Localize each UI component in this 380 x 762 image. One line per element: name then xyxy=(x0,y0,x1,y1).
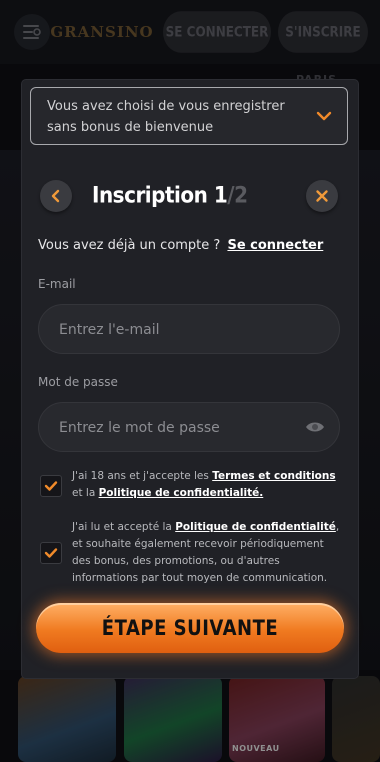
step-total: /2 xyxy=(227,181,248,208)
terms-checkbox[interactable] xyxy=(40,475,62,497)
marketing-consent-text: J'ai lu et accepté la Politique de confi… xyxy=(72,519,344,587)
login-link[interactable]: Se connecter xyxy=(227,238,323,253)
bonus-select-text: Vous avez choisi de vous enregistrer san… xyxy=(47,99,285,135)
marketing-text-before: J'ai lu et accepté la xyxy=(72,521,176,533)
email-label: E-mail xyxy=(38,277,76,291)
have-account-row: Vous avez déjà un compte ? Se connecter xyxy=(38,238,323,253)
title-text: Inscription xyxy=(92,181,214,208)
marketing-checkbox[interactable] xyxy=(40,542,62,564)
next-step-label: ÉTAPE SUIVANTE xyxy=(101,615,279,641)
terms-text-middle: et la xyxy=(72,487,99,499)
email-field-wrapper xyxy=(38,304,340,355)
terms-consent-text: J'ai 18 ans et j'accepte les Termes et c… xyxy=(72,468,344,502)
email-field[interactable] xyxy=(57,305,301,355)
close-icon xyxy=(316,190,328,202)
password-field[interactable] xyxy=(57,403,301,453)
privacy-link[interactable]: Politique de confidentialité xyxy=(175,521,336,533)
close-button[interactable] xyxy=(306,180,338,212)
signup-modal: Vous avez choisi de vous enregistrer san… xyxy=(22,80,358,678)
chevron-down-icon xyxy=(316,111,332,121)
eye-icon[interactable] xyxy=(305,418,325,436)
checkmark-icon xyxy=(44,548,58,558)
back-button[interactable] xyxy=(40,180,72,212)
step-current: 1 xyxy=(213,181,228,208)
privacy-link[interactable]: Politique de confidentialité. xyxy=(99,487,264,499)
password-field-wrapper xyxy=(38,402,340,453)
chevron-left-icon xyxy=(51,189,60,203)
terms-text-before: J'ai 18 ans et j'accepte les xyxy=(72,470,213,482)
bonus-select[interactable]: Vous avez choisi de vous enregistrer san… xyxy=(30,87,348,145)
have-account-text: Vous avez déjà un compte ? xyxy=(38,238,221,253)
terms-link[interactable]: Termes et conditions xyxy=(212,470,335,482)
checkmark-icon xyxy=(44,481,58,491)
next-step-button[interactable]: ÉTAPE SUIVANTE xyxy=(36,603,344,653)
page-title: Inscription 1/2 xyxy=(92,181,248,208)
password-label: Mot de passe xyxy=(38,375,118,389)
